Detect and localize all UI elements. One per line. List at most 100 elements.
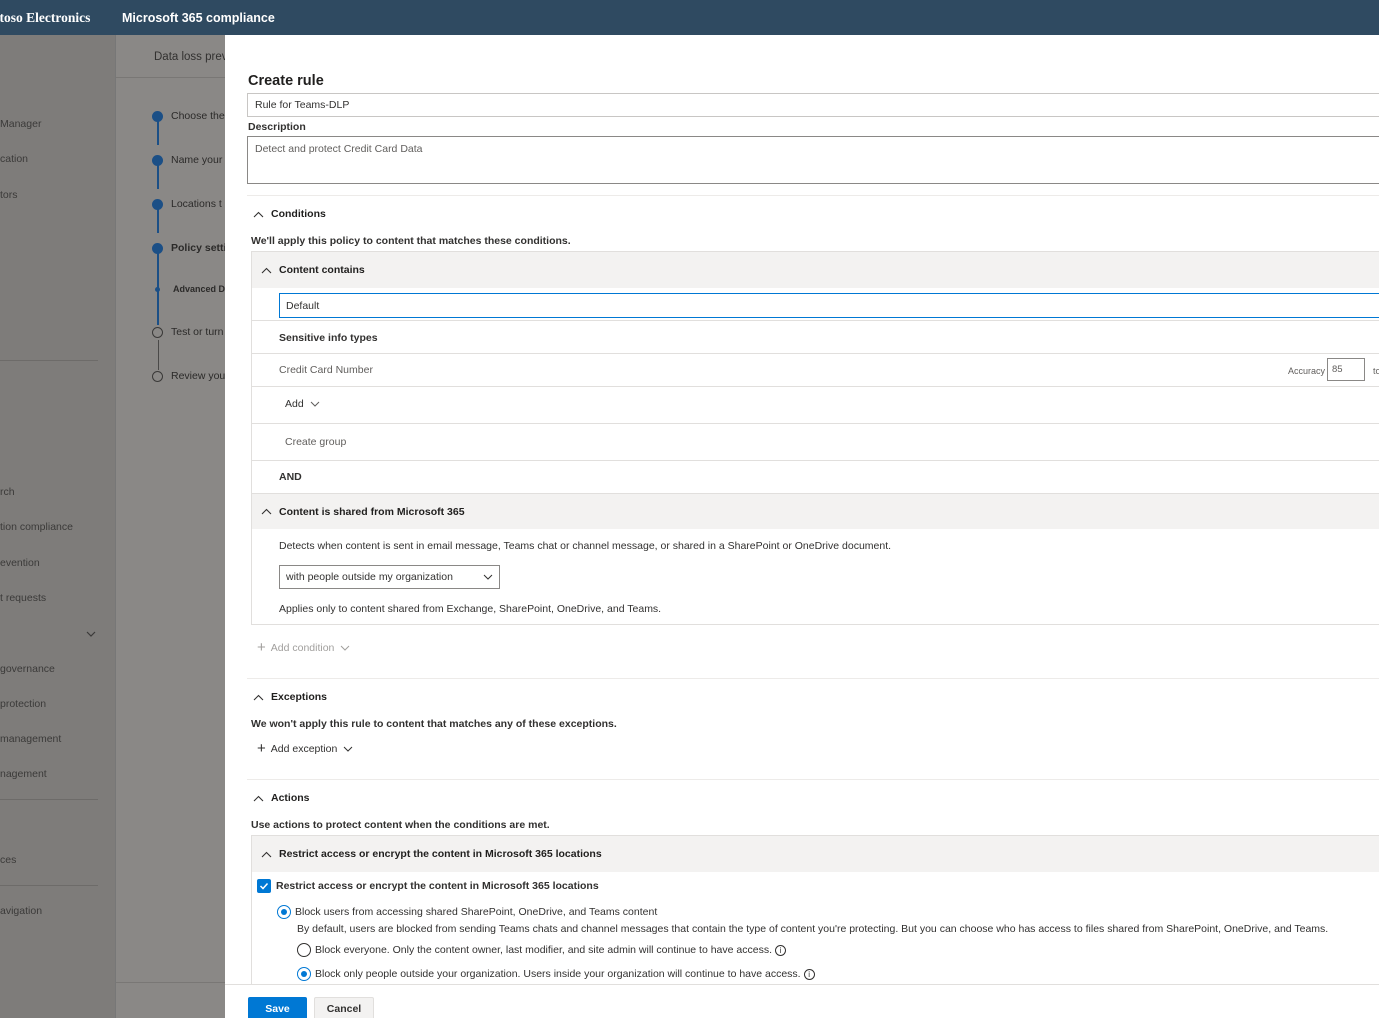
- chevron-down-icon: [483, 574, 493, 580]
- content-shared-note: Applies only to content shared from Exch…: [279, 603, 662, 615]
- nav-item[interactable]: tors: [0, 189, 18, 201]
- wizard-step-current[interactable]: Policy setti: [152, 242, 226, 254]
- sensitive-info-types-heading: Sensitive info types: [279, 332, 378, 344]
- wizard-background: Data loss prev Choose the Name your Loca…: [115, 35, 228, 1018]
- restrict-access-header[interactable]: Restrict access or encrypt the content i…: [252, 836, 1379, 872]
- step-connector: [157, 340, 159, 370]
- app-title[interactable]: Microsoft 365 compliance: [122, 11, 275, 25]
- nav-item[interactable]: management: [0, 733, 61, 745]
- divider: [252, 353, 1379, 354]
- check-icon: [152, 198, 163, 210]
- wizard-step[interactable]: Test or turn: [152, 326, 224, 338]
- save-button[interactable]: Save: [248, 997, 307, 1018]
- group-name-input[interactable]: Default: [279, 293, 1379, 318]
- content-contains-header[interactable]: Content contains: [252, 252, 1379, 288]
- block-outside-option[interactable]: Block only people outside your organizat…: [315, 968, 815, 980]
- block-users-description: By default, users are blocked from sendi…: [297, 923, 1329, 935]
- block-outside-radio[interactable]: [297, 967, 311, 981]
- top-bar: ntoso Electronics Microsoft 365 complian…: [0, 0, 1379, 35]
- divider: [247, 678, 1379, 679]
- panel-title: Create rule: [248, 73, 324, 89]
- step-connector: [157, 165, 159, 189]
- chevron-up-icon: [261, 508, 272, 515]
- content-shared-description: Detects when content is sent in email me…: [279, 540, 892, 552]
- description-label: Description: [248, 121, 306, 133]
- nav-divider: [0, 360, 98, 361]
- cancel-button[interactable]: Cancel: [314, 997, 374, 1018]
- divider: [252, 460, 1379, 461]
- block-outside-label: Block only people outside your organizat…: [315, 968, 801, 980]
- step-connector: [157, 209, 159, 233]
- exceptions-intro: We won't apply this rule to content that…: [251, 718, 617, 730]
- nav-item[interactable]: t requests: [0, 592, 46, 604]
- panel-footer: Save Cancel: [225, 984, 1379, 1018]
- plus-icon: +: [257, 740, 266, 757]
- actions-intro: Use actions to protect content when the …: [251, 819, 550, 831]
- divider: [247, 195, 1379, 196]
- info-icon[interactable]: i: [775, 944, 786, 956]
- checkmark-icon: [259, 882, 269, 890]
- block-everyone-label: Block everyone. Only the content owner, …: [315, 944, 772, 956]
- wizard-step[interactable]: Locations t: [152, 198, 222, 210]
- block-everyone-option[interactable]: Block everyone. Only the content owner, …: [315, 944, 786, 956]
- add-sit-button[interactable]: Add: [285, 398, 320, 410]
- step-connector: [157, 121, 159, 145]
- wizard-step[interactable]: Choose the: [152, 110, 225, 122]
- accuracy-min-input[interactable]: 85: [1327, 358, 1365, 381]
- conditions-header[interactable]: Conditions: [253, 208, 326, 220]
- accuracy-label: Accuracy: [1288, 366, 1326, 376]
- nav-item[interactable]: tion compliance: [0, 521, 73, 533]
- block-users-label[interactable]: Block users from accessing shared ShareP…: [295, 906, 657, 918]
- exceptions-header[interactable]: Exceptions: [253, 691, 327, 703]
- and-operator[interactable]: AND: [279, 471, 302, 483]
- empty-step-icon: [152, 326, 163, 338]
- chevron-up-icon: [253, 795, 264, 801]
- breadcrumb: Data loss prev: [154, 51, 228, 63]
- create-group-button[interactable]: Create group: [285, 436, 346, 448]
- divider: [116, 982, 226, 983]
- add-condition-button[interactable]: + Add condition: [257, 640, 350, 655]
- block-users-radio[interactable]: [277, 905, 291, 919]
- chevron-up-icon: [261, 267, 272, 273]
- nav-item[interactable]: protection: [0, 698, 46, 710]
- create-rule-panel: Create rule Rule for Teams-DLP Descripti…: [225, 35, 1379, 1018]
- substep-dot-icon: [155, 286, 160, 292]
- nav-item[interactable]: Manager: [0, 118, 41, 130]
- add-exception-button[interactable]: + Add exception: [257, 741, 353, 756]
- check-icon: [152, 110, 163, 122]
- nav-item[interactable]: cation: [0, 153, 28, 165]
- nav-item[interactable]: ces: [0, 854, 16, 866]
- restrict-access-checkbox[interactable]: [257, 879, 271, 893]
- chevron-down-icon[interactable]: [86, 629, 96, 639]
- nav-item[interactable]: avigation: [0, 905, 42, 917]
- content-shared-header[interactable]: Content is shared from Microsoft 365: [252, 493, 1379, 529]
- chevron-up-icon: [253, 694, 264, 700]
- accuracy-to-label: to: [1373, 366, 1379, 376]
- conditions-card: Content contains Default Sensitive info …: [251, 251, 1379, 625]
- rule-name-input[interactable]: Rule for Teams-DLP: [247, 93, 1379, 117]
- nav-item[interactable]: governance: [0, 663, 55, 675]
- nav-item[interactable]: nagement: [0, 768, 47, 780]
- plus-icon: +: [257, 639, 266, 656]
- divider: [116, 77, 226, 78]
- conditions-intro: We'll apply this policy to content that …: [251, 235, 571, 247]
- nav-item[interactable]: evention: [0, 557, 40, 569]
- restrict-access-label[interactable]: Restrict access or encrypt the content i…: [276, 880, 599, 892]
- nav-divider: [0, 799, 98, 800]
- chevron-down-icon: [343, 746, 353, 752]
- wizard-step[interactable]: Name your: [152, 154, 222, 166]
- description-textarea[interactable]: Detect and protect Credit Card Data: [247, 136, 1379, 184]
- actions-header[interactable]: Actions: [253, 792, 310, 804]
- wizard-step[interactable]: Review you: [152, 370, 225, 382]
- divider: [252, 320, 1379, 321]
- wizard-substep[interactable]: Advanced DI: [152, 284, 228, 294]
- shared-with-dropdown[interactable]: with people outside my organization: [279, 565, 500, 589]
- nav-item[interactable]: rch: [0, 486, 15, 498]
- org-name[interactable]: ntoso Electronics: [0, 10, 114, 26]
- info-icon[interactable]: i: [803, 968, 815, 980]
- divider: [252, 423, 1379, 424]
- block-everyone-radio[interactable]: [297, 943, 311, 957]
- chevron-down-icon: [341, 645, 350, 651]
- divider: [247, 779, 1379, 780]
- current-step-icon: [152, 242, 163, 254]
